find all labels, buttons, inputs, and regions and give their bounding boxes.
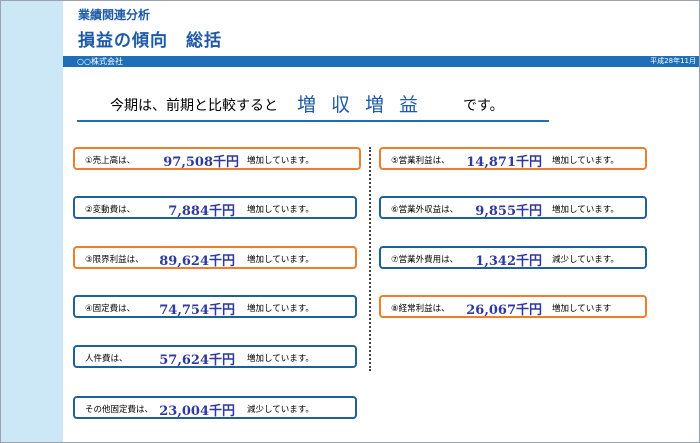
item-value: 26,067千円 <box>466 303 542 318</box>
item-label: ⑥営業外収益は、 <box>391 205 459 215</box>
item-note: 減少しています。 <box>552 255 619 265</box>
headline-suffix: です。 <box>463 98 504 114</box>
item-sales: ①売上高は、 97,508千円 増加しています。 <box>73 147 361 170</box>
item-label: その他固定費は、 <box>85 405 154 415</box>
report-page: 業績関連分析 損益の傾向 総括 ○○株式会社 平成28年11月 今期は、前期と比… <box>0 0 700 443</box>
item-note: 増加しています。 <box>552 156 619 166</box>
item-personnel-cost: 人件費は、 57,624千円 増加しています。 <box>73 345 357 368</box>
item-value: 57,624千円 <box>159 353 235 368</box>
item-non-operating-expense: ⑦営業外費用は、 1,342千円 減少しています。 <box>379 246 647 269</box>
item-label: ④固定費は、 <box>85 304 136 314</box>
item-label: ③限界利益は、 <box>85 255 144 265</box>
company-name: ○○株式会社 <box>77 57 123 66</box>
item-value: 74,754千円 <box>159 303 235 318</box>
item-label: ②変動費は、 <box>85 205 136 215</box>
item-value: 1,342千円 <box>475 254 542 269</box>
item-value: 97,508千円 <box>163 155 239 170</box>
item-value: 23,004千円 <box>159 404 235 419</box>
item-non-operating-income: ⑥営業外収益は、 9,855千円 増加しています。 <box>379 196 647 219</box>
item-label: ⑧経常利益は、 <box>391 304 450 314</box>
item-note: 減少しています。 <box>247 405 314 415</box>
page-title: 損益の傾向 総括 <box>78 31 222 51</box>
summary-headline: 今期は、前期と比較すると 増収増益 です。 <box>77 89 549 122</box>
report-date: 平成28年11月 <box>650 57 696 65</box>
item-note: 増加しています <box>552 304 612 314</box>
headline-result: 増収増益 <box>297 94 434 116</box>
item-variable-cost: ②変動費は、 7,884千円 増加しています。 <box>73 196 357 219</box>
company-bar: ○○株式会社 平成28年11月 <box>63 56 699 67</box>
item-other-fixed-cost: その他固定費は、 23,004千円 減少しています。 <box>73 396 357 419</box>
item-value: 14,871千円 <box>466 155 542 170</box>
item-note: 増加しています。 <box>247 156 314 166</box>
headline-prefix: 今期は、前期と比較すると <box>110 98 278 114</box>
item-note: 増加しています。 <box>247 304 314 314</box>
column-divider <box>369 147 371 371</box>
item-value: 9,855千円 <box>475 204 542 219</box>
item-label: ①売上高は、 <box>85 156 136 166</box>
item-value: 7,884千円 <box>168 204 235 219</box>
item-value: 89,624千円 <box>159 254 235 269</box>
side-strip <box>1 1 63 442</box>
item-ordinary-profit: ⑧経常利益は、 26,067千円 増加しています <box>379 295 647 318</box>
item-fixed-cost: ④固定費は、 74,754千円 増加しています。 <box>73 295 357 318</box>
item-label: 人件費は、 <box>85 354 128 364</box>
item-note: 増加しています。 <box>247 255 314 265</box>
item-marginal-profit: ③限界利益は、 89,624千円 増加しています。 <box>73 246 357 269</box>
item-note: 増加しています。 <box>247 354 314 364</box>
item-operating-profit: ⑤営業利益は、 14,871千円 増加しています。 <box>379 147 647 170</box>
report-category: 業績関連分析 <box>78 8 151 22</box>
item-label: ⑤営業利益は、 <box>391 156 450 166</box>
item-note: 増加しています。 <box>247 205 314 215</box>
item-note: 増加しています。 <box>552 205 619 215</box>
item-label: ⑦営業外費用は、 <box>391 255 459 265</box>
